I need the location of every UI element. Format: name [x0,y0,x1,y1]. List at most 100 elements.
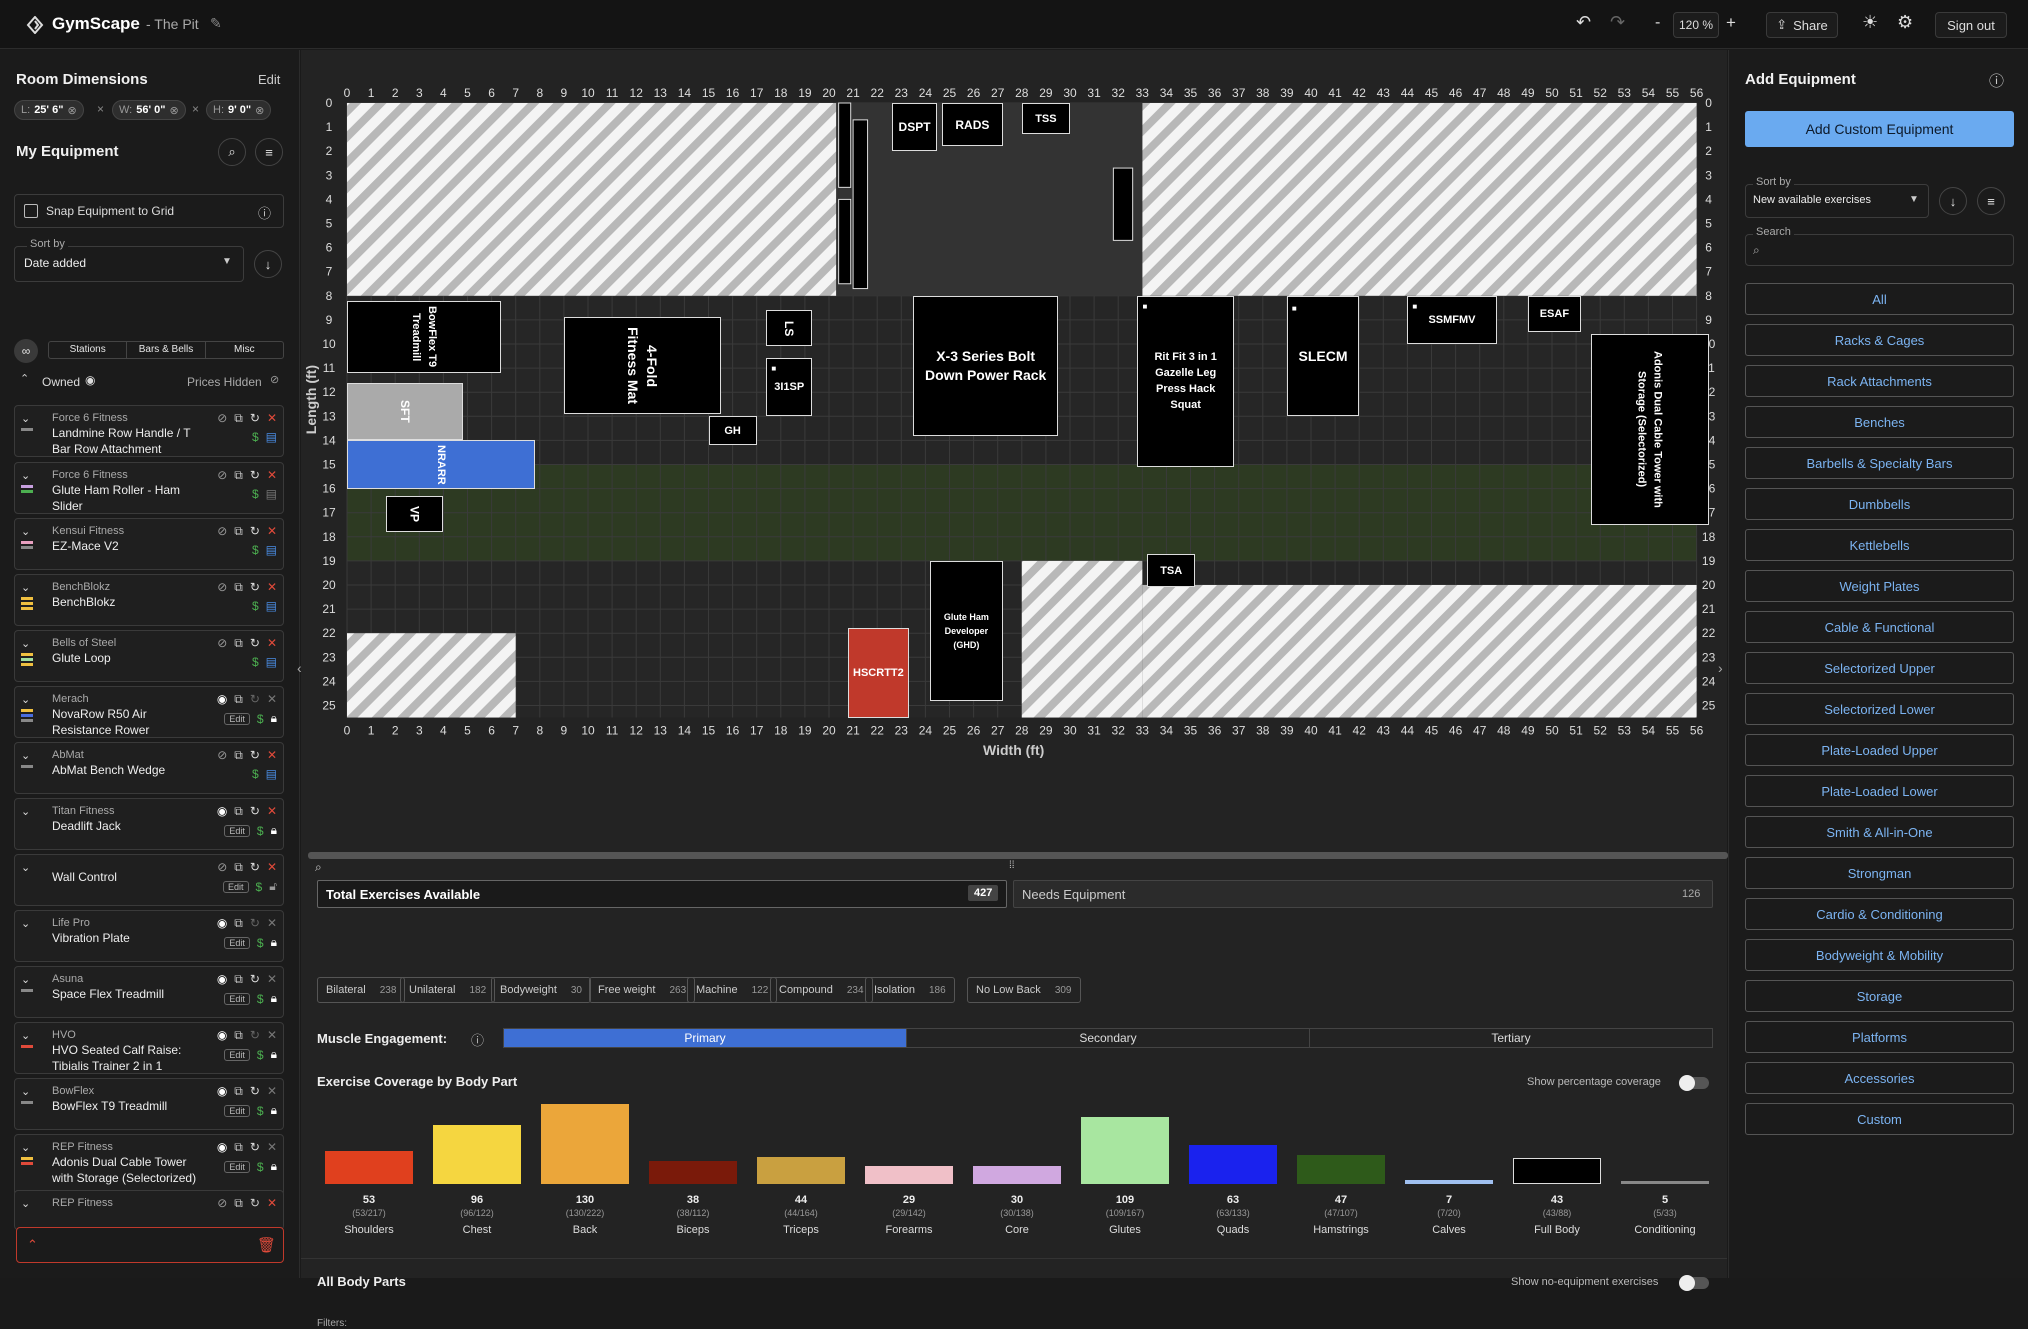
close-icon[interactable]: ✕ [267,748,277,763]
coverage-bar[interactable] [325,1151,413,1184]
refresh-icon[interactable]: ↻ [250,411,260,426]
equipment-card[interactable]: ⌄ Force 6 Fitness Glute Ham Roller - Ham S… [14,462,284,514]
coverage-bar[interactable] [757,1156,845,1184]
filter-icon[interactable]: ≡ [255,138,283,166]
equipment-block[interactable]: BowFlex T9 Treadmill [347,300,502,373]
copy-icon[interactable]: ⧉ [234,1084,243,1099]
theme-toggle-icon[interactable]: ☀ [1862,12,1878,33]
equipment-block[interactable]: TSS [1021,103,1070,135]
eye-off-icon[interactable]: ⊘ [217,748,227,763]
close-icon[interactable]: ✕ [267,636,277,651]
refresh-icon[interactable]: ↻ [250,916,260,931]
equipment-block[interactable]: RADS [942,103,1003,147]
category-button[interactable]: Bodyweight & Mobility [1745,939,2014,971]
height-chip[interactable]: H: 9' 0" ⊗ [206,100,272,120]
equipment-card[interactable]: ⌄ REP Fitness ⊘ ⧉ ↻ ✕ [14,1190,284,1230]
lock-icon[interactable]: 🔒︎ [271,935,277,950]
close-icon[interactable]: ✕ [267,1084,277,1099]
copy-icon[interactable]: ⧉ [234,1140,243,1155]
copy-icon[interactable]: ⧉ [234,524,243,539]
tab-bars-bells[interactable]: Bars & Bells [127,342,206,358]
close-icon[interactable]: ✕ [267,468,277,483]
coverage-bar[interactable] [1621,1180,1709,1184]
category-button[interactable]: Accessories [1745,1062,2014,1094]
eye-icon[interactable]: ◉ [217,1140,227,1155]
edit-button[interactable]: Edit [224,1160,250,1173]
coverage-bar[interactable] [433,1124,521,1184]
equipment-card[interactable]: ⌄ AbMat AbMat Bench Wedge ⊘ ⧉ ↻ ✕ $ ▤ [14,742,284,794]
snap-checkbox[interactable] [24,204,38,218]
category-button[interactable]: Benches [1745,406,2014,438]
info-icon[interactable]: ⓘ [258,203,271,222]
pencil-icon[interactable]: ✎ [210,15,222,32]
chevron-down-icon[interactable]: ⌄ [21,917,30,930]
eye-off-icon[interactable]: ⊘ [270,373,279,386]
dollar-icon[interactable]: $ [252,655,259,669]
copy-icon[interactable]: ⧉ [234,748,243,763]
chevron-down-icon[interactable]: ⌄ [21,805,30,818]
category-button[interactable]: Plate-Loaded Upper [1745,734,2014,766]
category-button[interactable]: Racks & Cages [1745,324,2014,356]
room-edit-link[interactable]: Edit [258,72,280,87]
receipt-icon[interactable]: ▤ [266,767,277,781]
close-icon[interactable]: ✕ [267,804,277,819]
refresh-icon[interactable]: ↻ [250,468,260,483]
search-input[interactable] [1745,234,2014,266]
category-button[interactable]: Selectorized Lower [1745,693,2014,725]
copy-icon[interactable]: ⧉ [234,916,243,931]
edit-button[interactable]: Edit [224,824,250,837]
category-button[interactable]: Weight Plates [1745,570,2014,602]
copy-icon[interactable]: ⧉ [234,804,243,819]
receipt-icon[interactable]: ▤ [266,543,277,557]
copy-icon[interactable]: ⧉ [234,411,243,426]
dollar-icon[interactable]: $ [252,487,259,501]
delete-bar[interactable]: ⌃ 🗑 [16,1227,284,1263]
category-button[interactable]: Smith & All-in-One [1745,816,2014,848]
search-icon[interactable]: ⌕ [218,138,246,166]
zoom-out-button[interactable]: - [1655,14,1660,32]
chevron-up-icon[interactable]: ⌃ [20,372,29,385]
eye-icon[interactable]: ◉ [85,373,95,387]
coverage-bar[interactable] [1405,1179,1493,1184]
equipment-card[interactable]: ⌄ Titan Fitness Deadlift Jack ◉ ⧉ ↻ ✕ Edit $… [14,798,284,850]
dollar-icon[interactable]: $ [257,824,264,838]
filter-chip[interactable]: No Low Back 309 [967,977,1081,1003]
close-icon[interactable]: ⊗ [67,104,76,117]
chevron-down-icon[interactable]: ⌄ [21,1085,30,1098]
close-icon[interactable]: ✕ [267,1196,277,1211]
eye-off-icon[interactable]: ⊘ [217,1196,227,1211]
coverage-bar[interactable] [1189,1145,1277,1184]
receipt-icon[interactable]: ▤ [266,430,277,444]
edit-button[interactable]: Edit [224,712,250,725]
category-button[interactable]: Rack Attachments [1745,365,2014,397]
info-icon[interactable]: ⓘ [1989,70,2004,91]
sort-direction-icon[interactable]: ↓ [254,250,282,278]
close-icon[interactable]: ✕ [267,1140,277,1155]
coverage-bar[interactable] [865,1166,953,1184]
equipment-block[interactable]: SFT [347,382,463,441]
equipment-block[interactable]: Adonis Dual Cable Tower with Storage (Se… [1590,334,1709,525]
close-icon[interactable]: ✕ [267,524,277,539]
chevron-down-icon[interactable]: ⌄ [21,1197,30,1210]
equipment-block[interactable]: Glute Ham Developer (GHD) [930,560,1003,701]
chevron-down-icon[interactable]: ⌄ [21,693,30,706]
coverage-bar[interactable] [649,1160,737,1184]
chevron-down-icon[interactable]: ⌄ [21,973,30,986]
equipment-block[interactable]: HSCRTT2 [848,628,909,718]
equipment-block[interactable]: 4-Fold Fitness Mat [563,317,721,414]
add-custom-equipment-button[interactable]: Add Custom Equipment [1745,111,2014,147]
category-button[interactable]: Barbells & Specialty Bars [1745,447,2014,479]
eye-icon[interactable]: ◉ [217,804,227,819]
refresh-icon[interactable]: ↻ [250,972,260,987]
percentage-toggle[interactable] [1679,1075,1709,1091]
copy-icon[interactable]: ⧉ [234,972,243,987]
copy-icon[interactable]: ⧉ [234,692,243,707]
width-chip[interactable]: W: 56' 0" ⊗ [112,100,186,120]
total-exercises-box[interactable]: Total Exercises Available 427 [317,880,1007,908]
eye-icon[interactable]: ◉ [217,1084,227,1099]
refresh-icon[interactable]: ↻ [250,580,260,595]
category-button[interactable]: Cardio & Conditioning [1745,898,2014,930]
dollar-icon[interactable]: $ [256,880,263,894]
chevron-down-icon[interactable]: ⌄ [21,525,30,538]
needs-equipment-box[interactable]: Needs Equipment 126 [1013,880,1713,908]
